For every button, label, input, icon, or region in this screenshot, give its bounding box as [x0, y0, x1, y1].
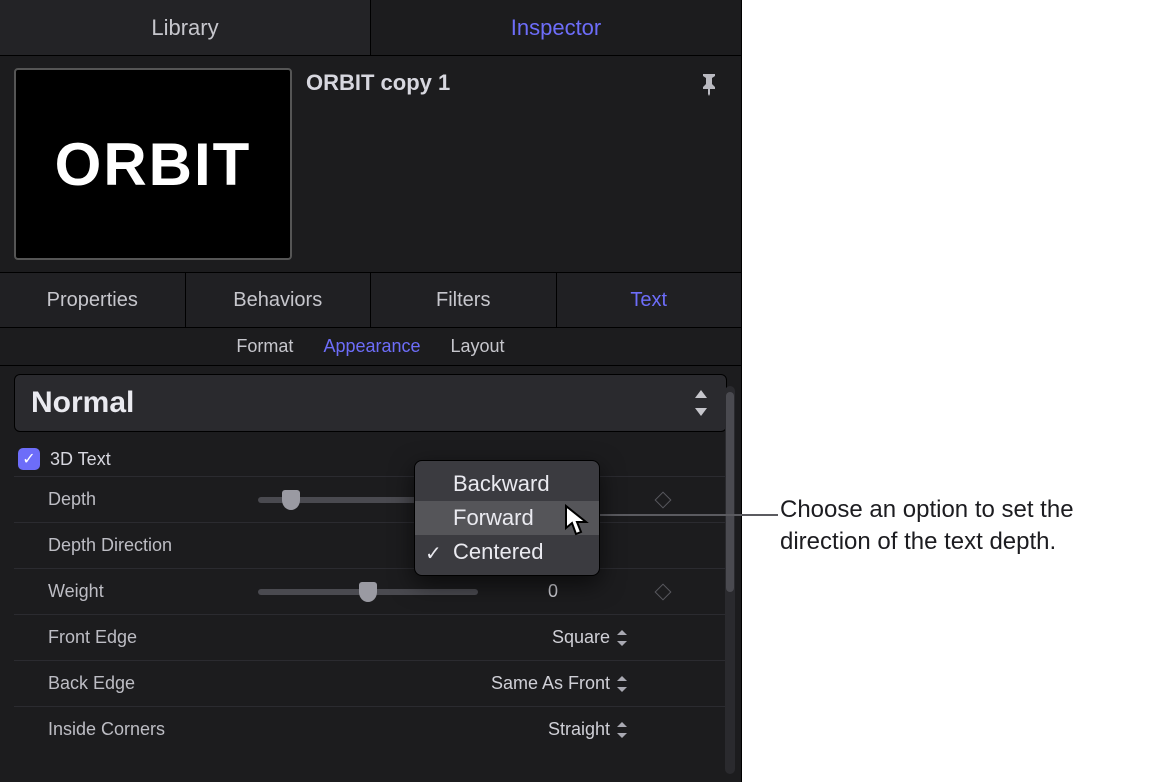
top-tabs: Library Inspector — [0, 0, 741, 56]
preview-thumbnail: ORBIT — [14, 68, 292, 260]
updown-icon — [692, 390, 710, 416]
inspector-panel: Library Inspector ORBIT ORBIT copy 1 Pro… — [0, 0, 742, 782]
label-depth: Depth — [48, 489, 258, 510]
label-weight: Weight — [48, 581, 258, 602]
menu-item-forward[interactable]: Forward — [415, 501, 599, 535]
popup-inside-corners[interactable]: Straight — [478, 719, 628, 740]
row-back-edge: Back Edge Same As Front — [14, 660, 727, 706]
label-3d-text: 3D Text — [50, 449, 111, 470]
value-back-edge: Same As Front — [491, 673, 610, 694]
menu-item-backward[interactable]: Backward — [415, 467, 599, 501]
menu-item-label: Centered — [453, 539, 544, 565]
row-depth-direction: Depth Direction — [14, 522, 727, 568]
tab-filters[interactable]: Filters — [371, 273, 557, 327]
value-front-edge: Square — [552, 627, 610, 648]
text-style-value: Normal — [31, 386, 134, 420]
label-back-edge: Back Edge — [48, 673, 258, 694]
menu-item-label: Forward — [453, 505, 534, 531]
value-inside-corners: Straight — [548, 719, 610, 740]
slider-weight[interactable] — [258, 589, 478, 595]
keyframe-depth[interactable] — [655, 491, 672, 508]
scrollbar[interactable] — [725, 386, 735, 774]
label-front-edge: Front Edge — [48, 627, 258, 648]
project-title: ORBIT copy 1 — [306, 68, 683, 96]
scrollbar-thumb[interactable] — [726, 392, 734, 592]
row-inside-corners: Inside Corners Straight — [14, 706, 727, 752]
subtab-format[interactable]: Format — [236, 336, 293, 357]
value-weight[interactable]: 0 — [478, 581, 628, 602]
updown-icon — [616, 676, 628, 692]
popup-back-edge[interactable]: Same As Front — [478, 673, 628, 694]
tab-text[interactable]: Text — [557, 273, 742, 327]
label-depth-direction: Depth Direction — [48, 535, 258, 556]
keyframe-weight[interactable] — [655, 583, 672, 600]
text-style-select[interactable]: Normal — [14, 374, 727, 432]
row-front-edge: Front Edge Square — [14, 614, 727, 660]
label-inside-corners: Inside Corners — [48, 719, 258, 740]
menu-item-label: Backward — [453, 471, 550, 497]
tab-inspector[interactable]: Inspector — [371, 0, 741, 55]
tab-behaviors[interactable]: Behaviors — [186, 273, 372, 327]
callout-leader — [600, 514, 778, 516]
params-list: ✓ 3D Text Depth Depth Direction Weight 0 — [0, 440, 741, 752]
updown-icon — [616, 630, 628, 646]
section-tabs: Properties Behaviors Filters Text — [0, 272, 741, 328]
subtab-layout[interactable]: Layout — [451, 336, 505, 357]
row-weight: Weight 0 — [14, 568, 727, 614]
subtab-appearance[interactable]: Appearance — [323, 336, 420, 357]
check-icon: ✓ — [425, 541, 442, 566]
pin-icon[interactable] — [697, 68, 721, 96]
tab-properties[interactable]: Properties — [0, 273, 186, 327]
preview-row: ORBIT ORBIT copy 1 — [0, 56, 741, 272]
callout-text: Choose an option to set the direction of… — [780, 494, 1140, 558]
tab-library[interactable]: Library — [0, 0, 371, 55]
popup-front-edge[interactable]: Square — [478, 627, 628, 648]
depth-direction-menu: Backward Forward ✓ Centered — [414, 460, 600, 576]
param-3d-text-header: ✓ 3D Text — [14, 440, 727, 476]
updown-icon — [616, 722, 628, 738]
text-subnav: Format Appearance Layout — [0, 328, 741, 366]
menu-item-centered[interactable]: ✓ Centered — [415, 535, 599, 569]
checkbox-3d-text[interactable]: ✓ — [18, 448, 40, 470]
